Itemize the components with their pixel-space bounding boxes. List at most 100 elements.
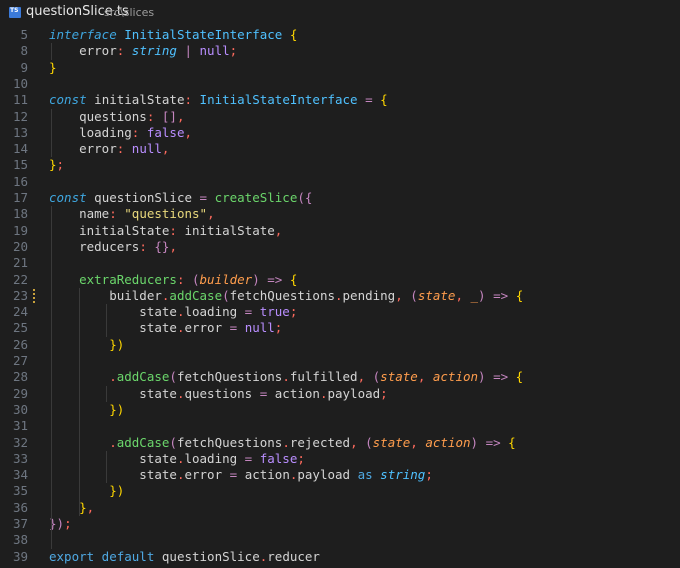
code-line[interactable]: 12 questions: [], <box>0 109 680 125</box>
code-token: } <box>49 157 57 173</box>
line-number: 14 <box>12 141 28 157</box>
code-line[interactable]: 10 <box>0 76 680 92</box>
line-number: 25 <box>12 320 28 336</box>
code-token: , <box>86 499 95 515</box>
code-line[interactable]: 11 const initialState: InitialStateInterf… <box>0 92 680 108</box>
code-line[interactable]: 29 state.questions = action.payload; <box>0 386 680 402</box>
code-token: payload <box>297 467 351 483</box>
code-line[interactable]: 5 interface InitialStateInterface { <box>0 27 680 43</box>
code-line[interactable]: 23 builder.addCase(fetchQuestions.pendin… <box>0 288 680 304</box>
code-token: }) <box>49 401 125 417</box>
code-text: extraReducers: (builder) => { <box>49 272 297 288</box>
code-line[interactable]: 30 }) <box>0 402 680 418</box>
code-token: rejected <box>289 434 351 450</box>
code-token: => <box>259 271 290 287</box>
code-line[interactable]: 21 <box>0 255 680 271</box>
code-token: fetchQuestions <box>176 369 283 385</box>
code-line[interactable]: 15}; <box>0 157 680 173</box>
code-line[interactable]: 13 loading: false, <box>0 125 680 141</box>
modified-line-marker[interactable] <box>33 288 35 303</box>
code-token: loading <box>184 450 238 466</box>
code-line[interactable]: 19 initialState: initialState, <box>0 223 680 239</box>
code-token: reducers <box>49 238 140 254</box>
code-token: : <box>184 92 200 108</box>
code-token: ) <box>252 271 260 287</box>
code-token: = <box>222 320 245 336</box>
line-number: 29 <box>12 385 28 401</box>
code-text: }) <box>49 402 124 418</box>
code-line[interactable]: 22 extraReducers: (builder) => { <box>0 272 680 288</box>
code-token: . <box>282 434 290 450</box>
code-line[interactable]: 33 state.loading = false; <box>0 451 680 467</box>
code-token: , <box>455 287 471 303</box>
code-token: false <box>146 124 185 140</box>
line-number: 30 <box>12 401 28 417</box>
code-token: ( <box>222 287 230 303</box>
code-token: : <box>131 124 147 140</box>
code-token: default <box>94 548 162 564</box>
code-text: export default questionSlice.reducer <box>49 549 320 565</box>
code-token: ; <box>289 304 298 320</box>
code-text: .addCase(fetchQuestions.fulfilled, (stat… <box>49 369 523 385</box>
code-token: extraReducers <box>49 271 177 287</box>
line-number: 31 <box>12 418 28 434</box>
code-token: , <box>184 124 193 140</box>
line-number: 37 <box>12 516 28 531</box>
code-line[interactable]: 16 <box>0 174 680 190</box>
line-number: 27 <box>12 353 28 368</box>
code-line[interactable]: 38 <box>0 532 680 548</box>
code-token: : <box>109 206 125 222</box>
code-line[interactable]: 17 const questionSlice = createSlice({ <box>0 190 680 206</box>
code-line[interactable]: 31 <box>0 418 680 434</box>
line-number: 10 <box>12 75 28 91</box>
code-token: ( <box>169 434 177 450</box>
code-line[interactable]: 36 }, <box>0 500 680 516</box>
code-line[interactable]: 26 }) <box>0 337 680 353</box>
code-text: .addCase(fetchQuestions.rejected, (state… <box>49 434 515 451</box>
code-token: addCase <box>169 287 223 303</box>
code-token: state <box>49 385 177 401</box>
code-token: error <box>184 320 223 336</box>
code-token: questionSlice <box>161 548 260 564</box>
code-line[interactable]: 34 state.error = action.payload as strin… <box>0 467 680 483</box>
code-token: { <box>380 92 388 108</box>
code-token: { <box>515 369 524 385</box>
code-line[interactable]: 32 .addCase(fetchQuestions.rejected, (st… <box>0 435 680 451</box>
code-token: const <box>49 92 87 108</box>
code-token: createSlice <box>214 190 298 205</box>
code-token: state <box>417 287 456 303</box>
indent-guide <box>51 108 52 158</box>
code-token: ) <box>478 287 486 303</box>
code-token: questionSlice <box>86 190 192 205</box>
line-number: 28 <box>12 369 28 385</box>
code-line[interactable]: 39 export default questionSlice.reducer <box>0 549 680 565</box>
code-line[interactable]: 24 state.loading = true; <box>0 304 680 320</box>
code-editor[interactable]: 5 interface InitialStateInterface {8 erro… <box>0 25 680 568</box>
code-line[interactable]: 9} <box>0 60 680 76</box>
code-token: builder <box>199 271 253 287</box>
code-token: }) <box>49 336 125 352</box>
editor-tab[interactable]: questionSlice.ts src\slices <box>0 0 680 25</box>
code-line[interactable]: 20 reducers: {}, <box>0 239 680 255</box>
line-number: 26 <box>12 336 28 352</box>
code-text: error: string | null; <box>49 43 237 59</box>
code-text: builder.addCase(fetchQuestions.pending, … <box>49 288 523 304</box>
code-token: , <box>357 369 373 385</box>
code-token: state <box>49 320 177 336</box>
code-text: interface InitialStateInterface { <box>49 27 297 43</box>
code-line[interactable]: 18 name: "questions", <box>0 206 680 222</box>
code-token: : <box>116 43 132 59</box>
code-line[interactable]: 35 }) <box>0 483 680 499</box>
code-line[interactable]: 14 error: null, <box>0 141 680 157</box>
indent-guide <box>79 287 80 516</box>
code-line[interactable]: 28 .addCase(fetchQuestions.fulfilled, (s… <box>0 369 680 385</box>
indent-guide <box>106 304 107 337</box>
code-token: ; <box>297 450 305 466</box>
code-text: state.questions = action.payload; <box>49 385 387 402</box>
code-text: const initialState: InitialStateInterfac… <box>49 92 388 108</box>
code-line[interactable]: 37}); <box>0 516 680 532</box>
tab-file-path: src\slices <box>104 6 155 19</box>
code-line[interactable]: 27 <box>0 353 680 369</box>
code-line[interactable]: 8 error: string | null; <box>0 43 680 59</box>
code-line[interactable]: 25 state.error = null; <box>0 320 680 336</box>
